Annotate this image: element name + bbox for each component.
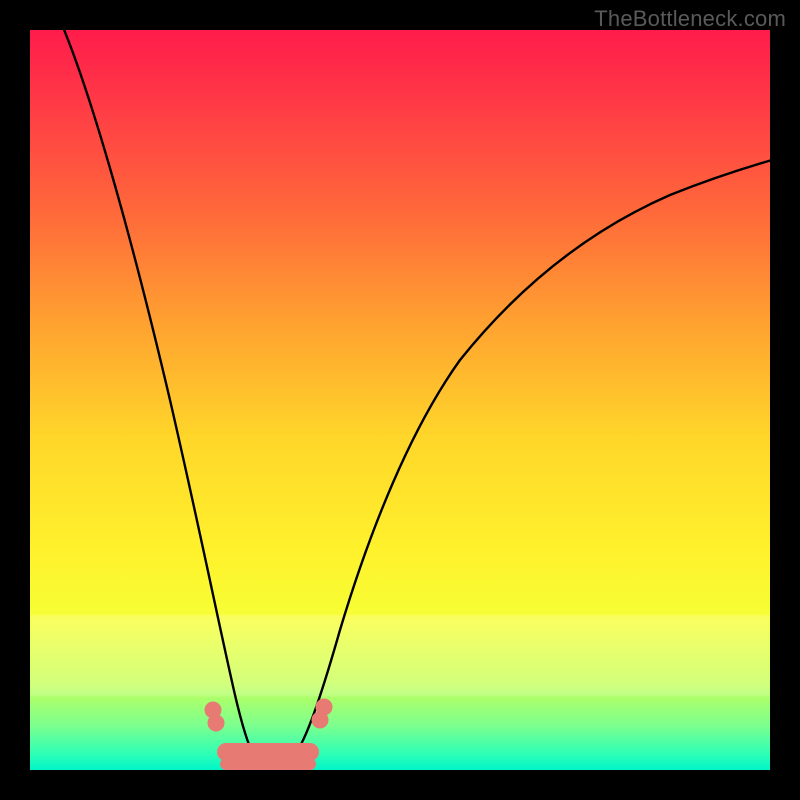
watermark-text: TheBottleneck.com — [594, 6, 786, 32]
plot-area — [30, 30, 770, 770]
curve-layer — [30, 30, 770, 770]
bottleneck-curve — [60, 30, 770, 766]
recommended-range-markers — [205, 699, 332, 764]
chart-frame: TheBottleneck.com — [0, 0, 800, 800]
